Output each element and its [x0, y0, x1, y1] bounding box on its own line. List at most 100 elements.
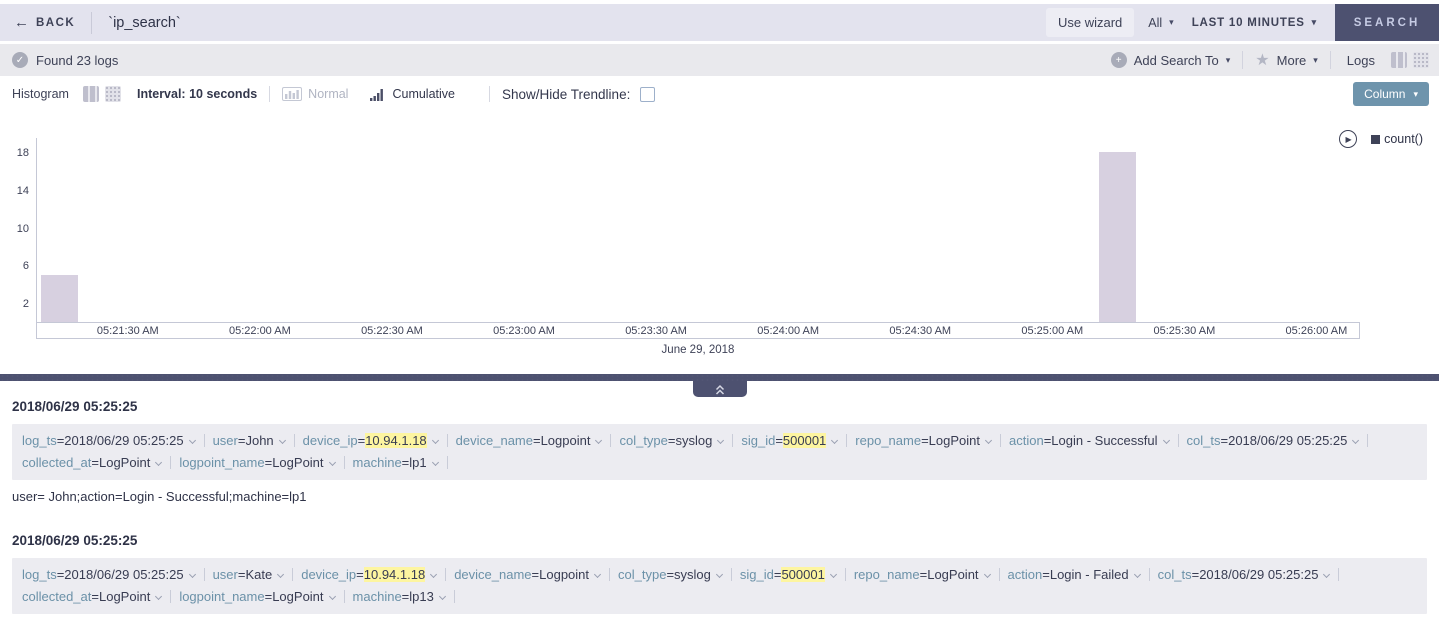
- log-field-machine[interactable]: machine=lp13: [353, 589, 446, 604]
- log-list: 2018/06/29 05:25:25log_ts=2018/06/29 05:…: [0, 381, 1439, 618]
- logs-column-view-icon[interactable]: [1391, 52, 1407, 68]
- chevron-down-icon: [830, 571, 837, 578]
- field-key: device_ip: [301, 567, 356, 582]
- search-query-input[interactable]: `ip_search`: [108, 15, 1046, 31]
- field-separator: [610, 434, 611, 447]
- log-field-col_ts[interactable]: col_ts=2018/06/29 05:25:25: [1187, 433, 1360, 448]
- cumulative-mode-button[interactable]: Cumulative: [370, 87, 455, 101]
- field-value: LogPoint: [927, 567, 978, 582]
- field-separator: [732, 434, 733, 447]
- log-entry: 2018/06/29 05:25:25log_ts=2018/06/29 05:…: [12, 533, 1427, 618]
- log-field-collected_at[interactable]: collected_at=LogPoint: [22, 455, 162, 470]
- controls-divider: [269, 86, 270, 102]
- x-axis-tick-label: 05:22:00 AM: [229, 325, 291, 337]
- search-button[interactable]: SEARCH: [1335, 4, 1439, 41]
- y-axis-tick-label: 2: [3, 298, 29, 310]
- field-key: collected_at: [22, 589, 91, 604]
- collapse-histogram-button[interactable]: [693, 381, 747, 397]
- field-key: col_ts: [1187, 433, 1221, 448]
- y-axis-tick-label: 10: [3, 223, 29, 235]
- chevron-down-icon: [1352, 437, 1359, 444]
- log-field-action[interactable]: action=Login - Successful: [1009, 433, 1170, 448]
- chevron-down-icon: [985, 437, 992, 444]
- field-separator: [1338, 568, 1339, 581]
- log-field-device_name[interactable]: device_name=Logpoint: [456, 433, 603, 448]
- log-field-col_ts[interactable]: col_ts=2018/06/29 05:25:25: [1158, 567, 1331, 582]
- field-value: John: [245, 433, 273, 448]
- log-field-device_ip[interactable]: device_ip=10.94.1.18: [303, 433, 439, 448]
- log-field-repo_name[interactable]: repo_name=LogPoint: [854, 567, 991, 582]
- legend-swatch-icon: [1371, 135, 1380, 144]
- log-field-action[interactable]: action=Login - Failed: [1008, 567, 1141, 582]
- field-key: device_ip: [303, 433, 358, 448]
- log-field-user[interactable]: user=John: [213, 433, 286, 448]
- field-value: 10.94.1.18: [365, 433, 426, 448]
- log-field-logpoint_name[interactable]: logpoint_name=LogPoint: [179, 589, 335, 604]
- log-field-user[interactable]: user=Kate: [213, 567, 285, 582]
- histogram-bar[interactable]: [41, 275, 78, 322]
- add-search-to-dropdown[interactable]: + Add Search To ▾: [1099, 52, 1243, 68]
- legend-label: count(): [1384, 132, 1423, 146]
- chevron-down-icon: [439, 593, 446, 600]
- field-separator: [204, 434, 205, 447]
- more-dropdown[interactable]: ★ More ▾: [1243, 50, 1330, 70]
- log-field-log_ts[interactable]: log_ts=2018/06/29 05:25:25: [22, 433, 196, 448]
- x-axis-tick-label: 05:26:00 AM: [1286, 325, 1348, 337]
- x-axis-date-label: June 29, 2018: [36, 344, 1360, 356]
- chevron-down-icon: [430, 571, 437, 578]
- log-field-collected_at[interactable]: collected_at=LogPoint: [22, 589, 162, 604]
- field-separator: [294, 434, 295, 447]
- log-field-device_name[interactable]: device_name=Logpoint: [454, 567, 601, 582]
- panel-divider[interactable]: [0, 374, 1439, 381]
- trendline-checkbox[interactable]: [640, 87, 655, 102]
- log-field-logpoint_name[interactable]: logpoint_name=LogPoint: [179, 455, 335, 470]
- log-field-repo_name[interactable]: repo_name=LogPoint: [855, 433, 992, 448]
- field-separator: [731, 568, 732, 581]
- histogram-grid-view-icon[interactable]: [105, 86, 121, 102]
- chevron-down-icon: [831, 437, 838, 444]
- field-key: device_name: [456, 433, 533, 448]
- field-value: syslog: [675, 433, 712, 448]
- chevron-down-icon: [279, 437, 286, 444]
- repo-scope-dropdown[interactable]: All ▾: [1148, 16, 1173, 30]
- field-key: logpoint_name: [179, 455, 264, 470]
- log-field-col_type[interactable]: col_type=syslog: [619, 433, 724, 448]
- field-value: 500001: [783, 433, 826, 448]
- chevron-down-icon: [717, 437, 724, 444]
- log-field-device_ip[interactable]: device_ip=10.94.1.18: [301, 567, 437, 582]
- log-entry: 2018/06/29 05:25:25log_ts=2018/06/29 05:…: [12, 399, 1427, 504]
- log-field-sig_id[interactable]: sig_id=500001: [740, 567, 837, 582]
- field-separator: [845, 568, 846, 581]
- field-value: LogPoint: [99, 589, 150, 604]
- logpoint-search-app: ← BACK `ip_search` Use wizard All ▾ LAST…: [0, 4, 1439, 618]
- field-value: LogPoint: [99, 455, 150, 470]
- log-field-sig_id[interactable]: sig_id=500001: [741, 433, 838, 448]
- x-axis-tick-label: 05:23:00 AM: [493, 325, 555, 337]
- histogram-column-view-icon[interactable]: [83, 86, 99, 102]
- field-equals: =: [532, 567, 540, 582]
- legend-entry-count[interactable]: count(): [1371, 132, 1423, 146]
- use-wizard-link[interactable]: Use wizard: [1046, 8, 1134, 37]
- chevron-double-up-icon: [714, 384, 726, 395]
- log-field-col_type[interactable]: col_type=syslog: [618, 567, 723, 582]
- logs-grid-view-icon[interactable]: [1413, 52, 1429, 68]
- chart-type-dropdown[interactable]: Column ▾: [1353, 82, 1429, 106]
- controls-divider: [489, 86, 490, 102]
- histogram-bar[interactable]: [1099, 152, 1136, 322]
- log-field-log_ts[interactable]: log_ts=2018/06/29 05:25:25: [22, 567, 196, 582]
- y-axis-tick-label: 18: [3, 147, 29, 159]
- field-separator: [999, 568, 1000, 581]
- time-range-dropdown[interactable]: LAST 10 MINUTES ▾: [1192, 17, 1317, 29]
- histogram-label: Histogram: [12, 87, 69, 101]
- chevron-down-icon: [1323, 571, 1330, 578]
- chevron-down-icon: ▾: [1226, 55, 1231, 66]
- more-label: More: [1277, 53, 1307, 68]
- log-field-machine[interactable]: machine=lp1: [353, 455, 439, 470]
- x-axis-band: 05:21:30 AM05:22:00 AM05:22:30 AM05:23:0…: [36, 322, 1360, 339]
- field-value: LogPoint: [272, 455, 323, 470]
- normal-mode-button[interactable]: Normal: [282, 87, 348, 101]
- field-separator: [1367, 434, 1368, 447]
- field-key: user: [213, 567, 238, 582]
- star-icon: ★: [1255, 50, 1269, 70]
- back-button[interactable]: ← BACK: [14, 14, 75, 31]
